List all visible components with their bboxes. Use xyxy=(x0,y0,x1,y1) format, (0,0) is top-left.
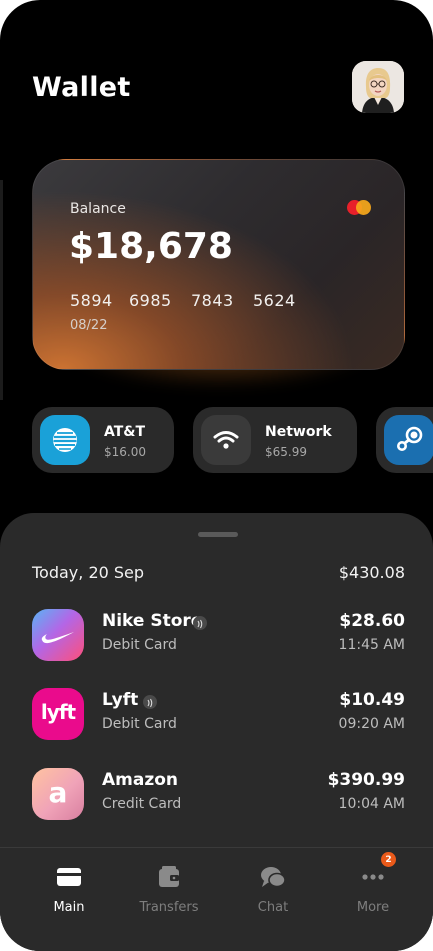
card-number-group: 5624 xyxy=(253,291,296,310)
amazon-logo-text: a xyxy=(48,776,68,809)
nav-divider xyxy=(0,847,433,848)
subscription-price: $16.00 xyxy=(104,445,146,459)
nav-label: Transfers xyxy=(139,900,199,915)
nav-chat[interactable]: Chat xyxy=(233,863,313,915)
merchant-name: Lyft xyxy=(102,690,139,710)
card-icon xyxy=(57,868,81,886)
wifi-icon xyxy=(201,415,251,465)
section-total: $430.08 xyxy=(338,563,405,582)
payment-method: Credit Card xyxy=(102,796,182,812)
card-number-group: 5894 xyxy=(70,291,113,310)
nav-transfers[interactable]: Transfers xyxy=(129,863,209,915)
transaction-time: 10:04 AM xyxy=(338,796,405,812)
sheet-handle[interactable] xyxy=(198,532,238,537)
merchant-name: Nike Store xyxy=(102,611,203,631)
payment-method: Debit Card xyxy=(102,637,177,653)
more-icon xyxy=(362,874,384,880)
screen-edge xyxy=(0,180,3,400)
subscription-name: Network xyxy=(265,424,332,440)
lyft-logo-text: lyft xyxy=(40,700,76,724)
transactions-sheet: Today, 20 Sep $430.08 Nike Store Debit C… xyxy=(0,513,433,951)
card-expiry: 08/22 xyxy=(70,318,108,333)
notification-badge: 2 xyxy=(381,852,396,867)
nav-label: More xyxy=(356,900,390,915)
mastercard-icon xyxy=(347,200,371,216)
nav-label: Main xyxy=(53,900,85,915)
balance-card[interactable]: Balance $18,678 5894 6985 7843 5624 08/2… xyxy=(32,159,405,370)
subscription-att[interactable]: AT&T $16.00 xyxy=(32,407,174,473)
transaction-time: 11:45 AM xyxy=(338,637,405,653)
nav-more[interactable]: 2 More xyxy=(333,852,413,915)
steam-icon xyxy=(384,415,433,465)
profile-photo xyxy=(352,61,404,113)
subscription-name: AT&T xyxy=(104,424,146,440)
balance-amount: $18,678 xyxy=(69,226,233,267)
amazon-icon: a xyxy=(32,768,84,820)
phone-screen: Wallet Balance $18,678 5894 6985 7843 56… xyxy=(0,0,433,951)
avatar[interactable] xyxy=(352,61,404,113)
section-date: Today, 20 Sep xyxy=(32,563,145,582)
card-number-group: 6985 xyxy=(129,291,172,310)
transaction-row[interactable]: Nike Store Debit Card $28.60 11:45 AM xyxy=(32,609,405,661)
nav-main[interactable]: Main xyxy=(29,863,109,915)
nike-icon xyxy=(32,609,84,661)
chat-icon xyxy=(261,867,286,888)
transaction-amount: $10.49 xyxy=(339,690,405,710)
lyft-icon: lyft xyxy=(32,688,84,740)
subscription-network[interactable]: Network $65.99 xyxy=(193,407,357,473)
transaction-amount: $390.99 xyxy=(327,770,405,790)
transaction-row[interactable]: a Amazon Credit Card $390.99 10:04 AM xyxy=(32,768,405,820)
merchant-name: Amazon xyxy=(102,770,179,790)
transaction-time: 09:20 AM xyxy=(338,716,405,732)
balance-label: Balance xyxy=(70,201,126,217)
payment-method: Debit Card xyxy=(102,716,177,732)
transaction-amount: $28.60 xyxy=(339,611,405,631)
card-number-group: 7843 xyxy=(191,291,234,310)
contactless-icon xyxy=(193,616,207,630)
subscription-price: $65.99 xyxy=(265,445,307,459)
wallet-icon xyxy=(159,866,179,887)
transaction-row[interactable]: lyft Lyft Debit Card $10.49 09:20 AM xyxy=(32,688,405,740)
page-title: Wallet xyxy=(32,72,131,103)
subscription-steam[interactable] xyxy=(376,407,433,473)
att-icon xyxy=(40,415,90,465)
nav-label: Chat xyxy=(257,900,289,915)
contactless-icon xyxy=(143,695,157,709)
